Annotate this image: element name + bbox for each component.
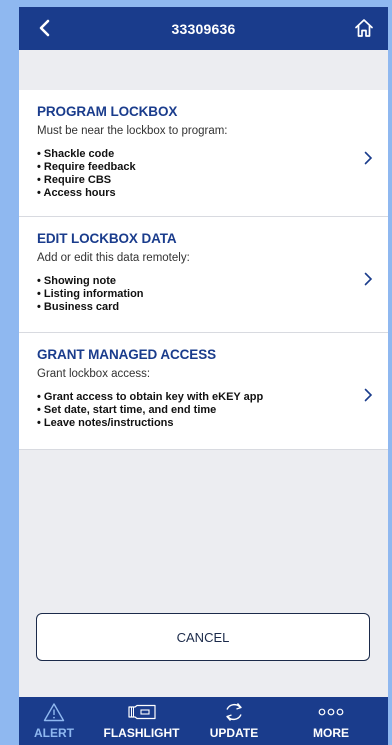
card-subtitle: Must be near the lockbox to program:: [37, 125, 228, 137]
home-button[interactable]: [352, 16, 376, 40]
flashlight-icon: [127, 701, 157, 723]
card-grant-managed-access[interactable]: GRANT MANAGED ACCESS Grant lockbox acces…: [19, 333, 388, 450]
card-edit-lockbox-data[interactable]: EDIT LOCKBOX DATA Add or edit this data …: [19, 217, 388, 333]
card-subtitle: Add or edit this data remotely:: [37, 252, 190, 264]
list-item: • Showing note: [37, 275, 117, 287]
list-item: • Require feedback: [37, 161, 136, 173]
top-bar: 33309636: [19, 7, 388, 50]
card-title: PROGRAM LOCKBOX: [37, 104, 178, 119]
chevron-left-icon: [39, 19, 50, 37]
bottom-tab-bar: ALERT FLASHLIGHT UPDATE MORE: [19, 697, 388, 745]
tab-label: UPDATE: [209, 726, 259, 740]
tab-label: ALERT: [34, 726, 74, 740]
card-subtitle: Grant lockbox access:: [37, 368, 151, 380]
card-program-lockbox[interactable]: PROGRAM LOCKBOX Must be near the lockbox…: [19, 90, 388, 217]
chevron-right-icon: [360, 271, 376, 287]
list-item: • Access hours: [37, 187, 116, 199]
tab-label: MORE: [313, 726, 349, 740]
cancel-button[interactable]: CANCEL: [36, 613, 370, 661]
card-list: • Shackle code • Require feedback • Requ…: [37, 148, 370, 200]
back-button[interactable]: [33, 16, 55, 40]
list-item: • Business card: [37, 301, 120, 313]
frame-left: [0, 0, 19, 745]
more-icon: [318, 701, 344, 723]
tab-label: FLASHLIGHT: [103, 726, 180, 740]
card-title: EDIT LOCKBOX DATA: [37, 231, 177, 246]
frame-top: [0, 0, 392, 7]
chevron-right-icon: [360, 150, 376, 166]
card-list: • Grant access to obtain key with eKEY a…: [37, 391, 370, 430]
warning-icon: [43, 701, 65, 723]
tab-update[interactable]: UPDATE: [194, 697, 274, 745]
list-item: • Set date, start time, and end time: [37, 404, 217, 416]
list-item: • Leave notes/instructions: [37, 417, 174, 429]
card-title: GRANT MANAGED ACCESS: [37, 347, 217, 362]
card-list: • Showing note • Listing information • B…: [37, 275, 370, 314]
top-spacer: [19, 50, 388, 90]
page-title: 33309636: [171, 20, 236, 37]
home-icon: [355, 19, 373, 37]
list-item: • Require CBS: [37, 174, 112, 186]
list-item: • Listing information: [37, 288, 144, 300]
cancel-container: CANCEL: [36, 613, 370, 661]
tab-flashlight[interactable]: FLASHLIGHT: [89, 697, 194, 745]
tab-alert[interactable]: ALERT: [19, 697, 89, 745]
frame-right: [388, 0, 392, 745]
list-item: • Shackle code: [37, 148, 115, 160]
app-screen: 33309636 PROGRAM LOCKBOX Must be near th…: [19, 7, 388, 745]
list-item: • Grant access to obtain key with eKEY a…: [37, 391, 264, 403]
tab-more[interactable]: MORE: [274, 697, 388, 745]
sync-icon: [223, 701, 245, 723]
chevron-right-icon: [360, 387, 376, 403]
